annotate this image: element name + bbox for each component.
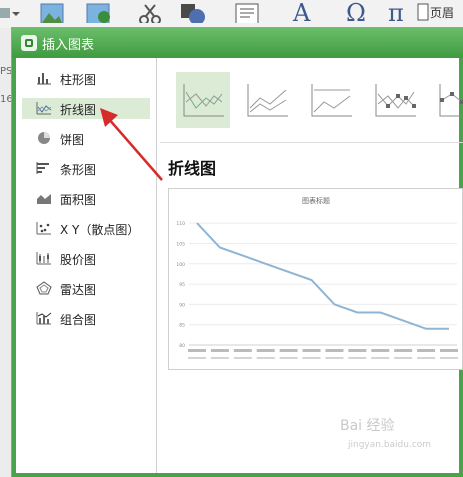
y-tick-label: 100 — [176, 262, 185, 268]
x-category-label — [233, 349, 252, 352]
x-category-sublabel — [371, 357, 390, 359]
category-label: 股价图 — [60, 253, 97, 267]
textbox-icon[interactable] — [235, 3, 259, 23]
category-column[interactable]: 柱形图 — [22, 68, 150, 89]
watermark: Bai 经验 — [340, 418, 395, 434]
combo-chart-icon — [36, 312, 52, 325]
x-category-label — [188, 349, 206, 352]
subtype-stacked-line-with-markers[interactable] — [432, 72, 463, 128]
line-with-markers-subtype-icon — [375, 84, 416, 117]
screenshot-icon[interactable] — [138, 3, 162, 23]
x-category-sublabel — [325, 357, 344, 359]
x-category-label — [302, 349, 321, 352]
x-category-label — [440, 349, 458, 352]
x-category-label — [325, 349, 344, 352]
column-chart-icon — [37, 73, 51, 85]
category-stock[interactable]: 股价图 — [22, 248, 150, 269]
y-tick-label: 110 — [176, 221, 185, 227]
category-area[interactable]: 面积图 — [22, 188, 150, 209]
percent-stacked-line-subtype-icon — [311, 84, 352, 117]
category-label: 饼图 — [60, 133, 85, 147]
equation-pi-icon[interactable]: π — [388, 1, 404, 25]
radar-chart-icon — [36, 281, 52, 295]
section-divider — [160, 142, 463, 143]
x-category-label — [417, 349, 436, 352]
stacked-line-subtype-icon — [247, 84, 288, 117]
x-category-label — [279, 349, 298, 352]
fill-color-icon[interactable] — [0, 6, 20, 26]
header-footer-icon[interactable] — [417, 3, 429, 23]
category-label: X Y（散点图） — [60, 223, 140, 237]
category-combo[interactable]: 组合图 — [22, 308, 150, 329]
x-category-label — [210, 349, 229, 352]
x-category-sublabel — [348, 357, 367, 359]
category-radar[interactable]: 雷达图 — [22, 278, 150, 299]
chart-subtype-row — [176, 72, 463, 130]
category-label: 柱形图 — [60, 73, 97, 87]
line-subtype-icon — [183, 84, 224, 117]
y-tick-label: 90 — [179, 302, 185, 308]
subtype-stacked-line[interactable] — [240, 72, 294, 128]
subtype-percent-stacked-line[interactable] — [304, 72, 358, 128]
wordart-icon[interactable]: A — [293, 1, 310, 25]
picture-icon[interactable] — [40, 3, 64, 23]
series-line — [196, 222, 449, 330]
chart-title: 图表标题 — [302, 196, 330, 205]
x-category-label — [371, 349, 390, 352]
annotation-arrow — [100, 108, 163, 181]
x-category-sublabel — [302, 357, 321, 359]
dialog-titlebar[interactable]: 插入图表 — [12, 28, 463, 58]
y-tick-label: 80 — [179, 343, 185, 349]
y-tick-label: 85 — [179, 323, 185, 329]
shapes-icon[interactable] — [180, 3, 206, 23]
x-category-label — [348, 349, 367, 352]
row-label: 16 — [0, 94, 13, 105]
subtype-line-with-markers[interactable] — [368, 72, 422, 128]
x-category-sublabel — [210, 357, 229, 359]
y-tick-label: 105 — [176, 241, 185, 247]
x-category-sublabel — [233, 357, 252, 359]
scatter-chart-icon — [36, 222, 51, 235]
x-category-sublabel — [417, 357, 436, 359]
online-picture-icon[interactable] — [86, 3, 112, 23]
header-footer-label[interactable]: 页眉 — [430, 4, 454, 21]
subtype-line[interactable] — [176, 72, 230, 128]
area-chart-icon — [37, 194, 51, 204]
x-category-sublabel — [256, 357, 275, 359]
subtype-heading: 折线图 — [168, 159, 217, 178]
line-chart-icon — [36, 102, 52, 115]
x-category-sublabel — [394, 357, 413, 359]
chart-preview: 图表标题 80 85 90 95 100 105 110 — [168, 188, 463, 370]
stock-chart-icon — [36, 252, 51, 265]
preview-chart-svg: 图表标题 80 85 90 95 100 105 110 — [176, 196, 458, 359]
y-tick-label: 95 — [179, 282, 185, 288]
pie-chart-icon — [38, 132, 50, 144]
x-category-sublabel — [188, 357, 206, 359]
x-category-sublabel — [279, 357, 298, 359]
ribbon-toolbar: A Ω π 页眉 — [0, 0, 463, 29]
bar-chart-icon — [36, 162, 49, 174]
category-label: 面积图 — [60, 193, 97, 207]
category-label: 雷达图 — [60, 283, 97, 297]
app-logo-icon — [21, 35, 37, 51]
symbol-omega-icon[interactable]: Ω — [346, 1, 366, 25]
x-category-label — [394, 349, 413, 352]
category-label: 组合图 — [60, 313, 97, 327]
x-category-sublabel — [440, 357, 458, 359]
stacked-line-with-markers-subtype-icon — [439, 84, 463, 117]
category-scatter[interactable]: X Y（散点图） — [22, 218, 150, 239]
row-label: PS — [0, 66, 13, 77]
x-category-label — [256, 349, 275, 352]
watermark-url: jingyan.baidu.com — [348, 440, 432, 450]
dialog-title: 插入图表 — [42, 38, 95, 53]
